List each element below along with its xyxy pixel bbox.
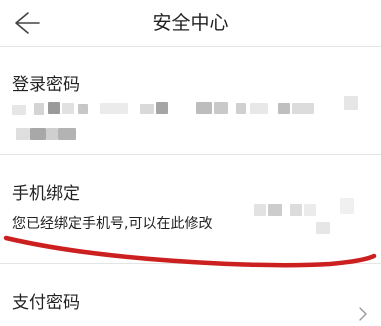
payment-password-title: 支付密码	[12, 293, 80, 313]
chevron-right-icon	[355, 306, 371, 322]
login-password-title: 登录密码	[12, 75, 80, 95]
app-header: 安全中心	[0, 0, 381, 46]
phone-binding-hint: 您已经绑定手机号,可以在此修改	[12, 216, 213, 232]
phone-binding-title: 手机绑定	[12, 184, 80, 204]
page-title: 安全中心	[152, 12, 229, 34]
phone-binding-row[interactable]	[0, 155, 381, 263]
